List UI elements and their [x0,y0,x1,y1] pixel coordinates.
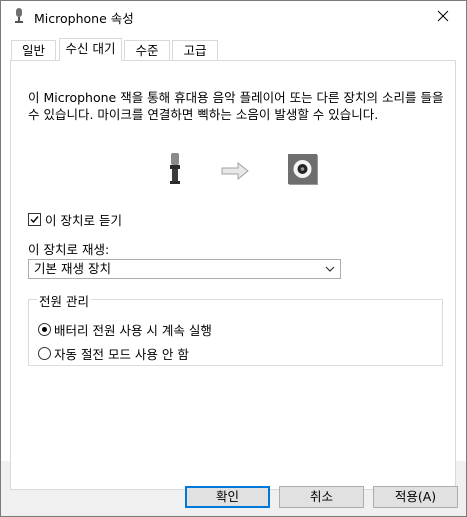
checkmark-icon [30,216,39,224]
close-icon [437,10,449,22]
listen-checkbox[interactable] [28,213,41,226]
apply-button[interactable]: 적용(A) [373,486,458,508]
chevron-down-icon [325,266,335,272]
properties-dialog: Microphone 속성 일반 수신 대기 수준 고급 이 Microphon… [0,0,467,517]
power-management-group: 전원 관리 배터리 전원 사용 시 계속 실행 자동 절전 모드 사용 안 함 [28,291,443,366]
tab-listen[interactable]: 수신 대기 [59,38,122,61]
close-button[interactable] [420,1,466,31]
power-option-battery[interactable]: 배터리 전원 사용 시 계속 실행 [38,320,212,339]
listen-checkbox-label: 이 장치로 듣기 [45,213,122,228]
tab-general[interactable]: 일반 [11,40,56,60]
listen-checkbox-row[interactable]: 이 장치로 듣기 [28,210,122,229]
power-option-no-sleep-label: 자동 절전 모드 사용 안 함 [54,347,189,362]
power-group-title: 전원 관리 [37,291,91,310]
playback-label: 이 장치로 재생: [28,242,110,257]
power-option-no-sleep[interactable]: 자동 절전 모드 사용 안 함 [38,344,189,363]
power-option-battery-label: 배터리 전원 사용 시 계속 실행 [54,323,212,338]
tab-levels[interactable]: 수준 [124,40,170,60]
speaker-device-icon [287,153,321,187]
playback-device-value: 기본 재생 장치 [34,261,111,276]
arrow-right-icon [221,161,249,181]
listen-description: 이 Microphone 잭을 통해 휴대용 음악 플레이어 또는 다른 장치의… [28,90,444,122]
playback-device-select[interactable]: 기본 재생 장치 [28,259,341,279]
title-bar: Microphone 속성 [1,1,466,31]
window-title: Microphone 속성 [34,11,134,26]
cancel-button[interactable]: 취소 [279,486,364,508]
ok-button[interactable]: 확인 [185,486,270,508]
microphone-icon [11,7,27,25]
radio-battery[interactable] [38,323,51,336]
microphone-device-icon [165,152,185,186]
radio-no-sleep[interactable] [38,347,51,360]
tab-advanced[interactable]: 고급 [172,40,218,60]
